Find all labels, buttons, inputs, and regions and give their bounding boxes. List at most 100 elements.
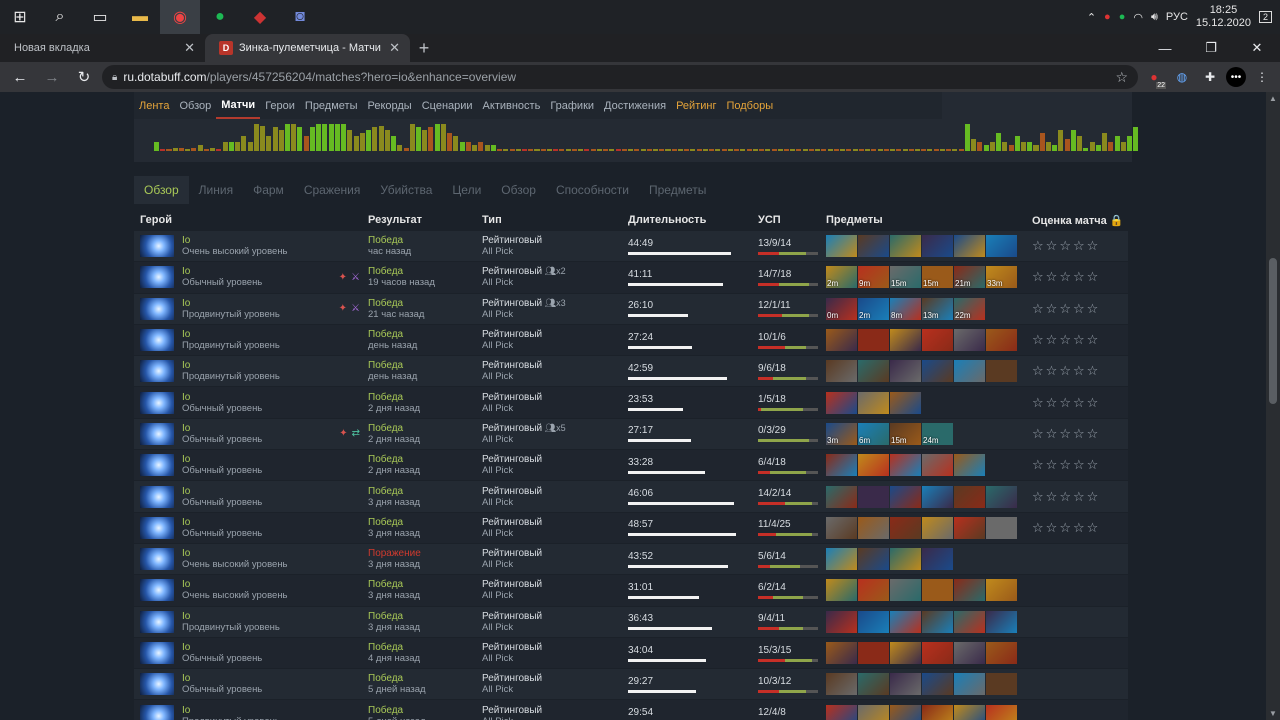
histogram-bar[interactable] bbox=[1102, 133, 1108, 151]
subnav-item-10[interactable]: Рейтинг bbox=[671, 92, 721, 119]
rating-star-icon[interactable]: ☆ bbox=[1059, 426, 1071, 442]
result-link[interactable]: Победа bbox=[368, 266, 482, 277]
rating-star-icon[interactable]: ☆ bbox=[1032, 238, 1044, 254]
histogram-bar[interactable] bbox=[628, 149, 634, 151]
hero-portrait-io[interactable] bbox=[140, 297, 174, 320]
rating-star-icon[interactable]: ☆ bbox=[1073, 426, 1085, 442]
hero-portrait-io[interactable] bbox=[140, 422, 174, 445]
histogram-bar[interactable] bbox=[297, 127, 303, 151]
histogram-bar[interactable] bbox=[921, 149, 927, 151]
result-link[interactable]: Победа bbox=[368, 673, 482, 684]
histogram-bar[interactable] bbox=[603, 149, 609, 151]
rating-star-icon[interactable]: ☆ bbox=[1046, 489, 1058, 505]
item-icon[interactable] bbox=[826, 485, 857, 508]
scroll-up-icon[interactable]: ▲ bbox=[1269, 94, 1277, 103]
histogram-bar[interactable] bbox=[677, 149, 683, 151]
item-icon[interactable] bbox=[858, 642, 889, 664]
rating-star-icon[interactable]: ☆ bbox=[1032, 332, 1044, 348]
histogram-bar[interactable] bbox=[447, 133, 453, 151]
tray-app-icon[interactable]: ● bbox=[1104, 11, 1111, 23]
extension-icon-2[interactable]: ◍ bbox=[1170, 65, 1194, 89]
histogram-bar[interactable] bbox=[777, 149, 783, 151]
histogram-bar[interactable] bbox=[783, 149, 790, 151]
result-link[interactable]: Победа bbox=[368, 642, 482, 653]
histogram-bar[interactable] bbox=[734, 149, 740, 151]
histogram-bar[interactable] bbox=[322, 124, 328, 151]
hero-name-link[interactable]: Io bbox=[182, 235, 360, 246]
hero-portrait-io[interactable] bbox=[140, 673, 174, 696]
histogram-bar[interactable] bbox=[235, 142, 241, 151]
item-icon[interactable] bbox=[954, 704, 985, 720]
hero-portrait-io[interactable] bbox=[140, 548, 174, 571]
histogram-bar[interactable] bbox=[334, 124, 340, 151]
result-link[interactable]: Победа bbox=[368, 611, 482, 622]
rating-star-icon[interactable]: ☆ bbox=[1073, 363, 1085, 379]
table-row[interactable]: Io Очень высокий уровень Победа час назад Ре… bbox=[134, 230, 1128, 262]
item-icon[interactable] bbox=[986, 485, 1017, 508]
item-icon[interactable] bbox=[922, 704, 953, 720]
tab-new-tab[interactable]: Новая вкладка ✕ bbox=[0, 34, 205, 62]
item-icon[interactable] bbox=[986, 579, 1017, 602]
detail-tab-8[interactable]: Предметы bbox=[639, 176, 716, 204]
histogram-bar[interactable] bbox=[1052, 145, 1058, 151]
item-icon[interactable] bbox=[922, 673, 953, 696]
item-icon[interactable] bbox=[858, 329, 889, 352]
subnav-item-8[interactable]: Графики bbox=[545, 92, 599, 119]
item-icon[interactable] bbox=[954, 454, 985, 477]
item-icon[interactable] bbox=[954, 485, 985, 508]
rating-star-icon[interactable]: ☆ bbox=[1046, 301, 1058, 317]
histogram-bar[interactable] bbox=[509, 149, 515, 151]
histogram-bar[interactable] bbox=[522, 149, 528, 151]
histogram-bar[interactable] bbox=[971, 139, 977, 151]
rating-star-icon[interactable]: ☆ bbox=[1073, 332, 1085, 348]
rating-star-icon[interactable]: ☆ bbox=[1073, 457, 1085, 473]
hero-name-link[interactable]: Io bbox=[182, 392, 360, 403]
rating-star-icon[interactable]: ☆ bbox=[1073, 301, 1085, 317]
hero-name-link[interactable]: Io bbox=[182, 486, 360, 497]
histogram-bar[interactable] bbox=[1127, 136, 1133, 151]
col-rating[interactable]: Оценка матча 🔒 bbox=[1032, 214, 1128, 227]
histogram-bar[interactable] bbox=[1083, 148, 1089, 151]
hero-portrait-io[interactable] bbox=[140, 360, 174, 383]
histogram-bar[interactable] bbox=[877, 149, 883, 151]
rating-star-icon[interactable]: ☆ bbox=[1087, 520, 1099, 536]
table-row[interactable]: Io Обычный уровень Победа 3 дня назад Рейтин… bbox=[134, 511, 1128, 543]
histogram-bar[interactable] bbox=[846, 149, 852, 151]
histogram-bar[interactable] bbox=[328, 124, 334, 151]
rating-star-icon[interactable]: ☆ bbox=[1046, 395, 1058, 411]
histogram-bar[interactable] bbox=[1064, 139, 1070, 151]
file-explorer-icon[interactable]: ▬ bbox=[120, 0, 160, 34]
item-icon[interactable] bbox=[826, 704, 857, 720]
histogram-bar[interactable] bbox=[391, 136, 397, 151]
histogram-bar[interactable] bbox=[1027, 142, 1033, 151]
rating-star-icon[interactable]: ☆ bbox=[1087, 301, 1099, 317]
histogram-bar[interactable] bbox=[902, 149, 908, 151]
rating-star-icon[interactable]: ☆ bbox=[1032, 269, 1044, 285]
histogram-bar[interactable] bbox=[952, 149, 958, 151]
histogram-bar[interactable] bbox=[540, 149, 546, 151]
result-link[interactable]: Победа bbox=[368, 454, 482, 465]
hero-portrait-io[interactable] bbox=[140, 642, 174, 664]
extensions-puzzle-icon[interactable]: ✚ bbox=[1198, 65, 1222, 89]
histogram-bar[interactable] bbox=[958, 149, 964, 151]
hero-portrait-io[interactable] bbox=[140, 454, 174, 477]
histogram-bar[interactable] bbox=[1089, 142, 1095, 151]
hero-name-link[interactable]: Io bbox=[182, 673, 360, 684]
hero-name-link[interactable]: Io bbox=[182, 642, 360, 653]
result-link[interactable]: Победа bbox=[368, 423, 482, 434]
page-scrollbar[interactable]: ▲ ▼ bbox=[1266, 92, 1280, 720]
volume-icon[interactable]: 🔊︎ bbox=[1151, 11, 1158, 24]
histogram-bar[interactable] bbox=[634, 149, 640, 151]
result-link[interactable]: Победа bbox=[368, 705, 482, 716]
item-icon[interactable]: 33m bbox=[986, 266, 1017, 289]
item-icon[interactable] bbox=[890, 329, 921, 352]
item-icon[interactable] bbox=[986, 610, 1017, 633]
histogram-bar[interactable] bbox=[615, 149, 621, 151]
item-icon[interactable] bbox=[858, 673, 889, 696]
histogram-bar[interactable] bbox=[166, 149, 172, 151]
histogram-bar[interactable] bbox=[154, 142, 160, 151]
item-icon[interactable] bbox=[858, 704, 889, 720]
histogram-bar[interactable] bbox=[827, 149, 833, 151]
item-icon[interactable] bbox=[826, 391, 857, 414]
subnav-item-1[interactable]: Обзор bbox=[174, 92, 216, 119]
